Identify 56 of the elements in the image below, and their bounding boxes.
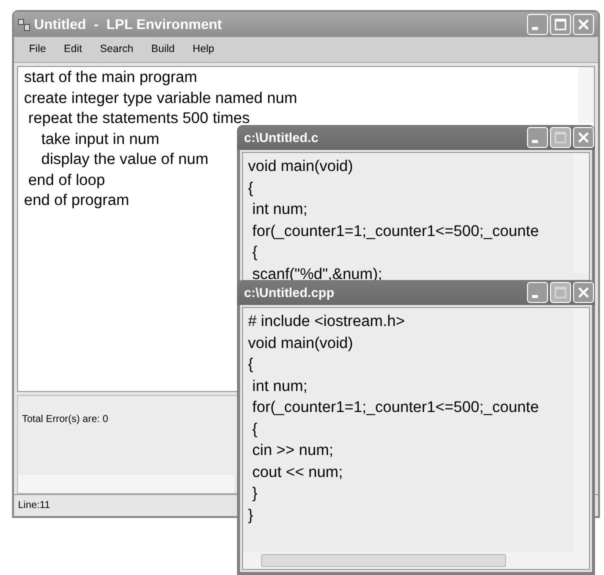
code-line: int num; <box>251 200 308 220</box>
menu-item[interactable]: Search <box>93 42 140 58</box>
close-icon <box>577 18 590 31</box>
horizontal-scrollbar[interactable] <box>18 475 234 493</box>
vertical-scrollbar[interactable] <box>573 153 589 273</box>
horizontal-scrollbar[interactable] <box>243 552 589 569</box>
code-line: cin >> num; <box>251 441 334 461</box>
line-number-text: Line:11 <box>18 499 50 513</box>
minimize-icon <box>532 295 538 298</box>
menu-item[interactable]: Build <box>144 42 182 58</box>
menu-item[interactable]: Edit <box>56 42 90 58</box>
code-line: end of loop <box>27 170 106 190</box>
code-line: create integer type variable named num <box>24 88 298 108</box>
error-count-text: Total Error(s) are: 0 <box>22 413 108 427</box>
close-button[interactable] <box>573 282 594 303</box>
code-line: display the value of num <box>40 150 208 170</box>
code-line: { <box>248 178 254 198</box>
maximize-icon <box>554 131 567 144</box>
close-icon <box>577 286 590 299</box>
minimize-button[interactable] <box>527 282 548 303</box>
window-title: c:\Untitled.c <box>243 128 320 147</box>
code-line: { <box>251 420 258 440</box>
menu-item[interactable]: File <box>22 42 53 58</box>
menu-item[interactable]: Help <box>186 42 222 58</box>
code-line: } <box>248 506 254 526</box>
app-icon <box>18 18 30 30</box>
code-line: end of program <box>24 191 130 211</box>
minimize-button[interactable] <box>527 14 548 35</box>
close-button[interactable] <box>573 14 594 35</box>
code-line: # include <iostream.h> <box>248 312 406 332</box>
code-line: scanf("%d",&num); <box>251 264 384 284</box>
close-button[interactable] <box>573 127 594 148</box>
minimize-button[interactable] <box>527 127 548 148</box>
code-line: for(_counter1=1;_counter1<=500;_counte <box>251 398 540 418</box>
code-line: cout << num; <box>251 462 344 482</box>
code-line: } <box>251 484 258 504</box>
code-line: take input in num <box>40 130 160 150</box>
vertical-scrollbar[interactable] <box>578 67 594 123</box>
code-line: int num; <box>251 376 308 396</box>
close-icon <box>577 131 590 144</box>
minimize-icon <box>532 140 538 143</box>
code-line: start of the main program <box>24 68 198 88</box>
maximize-button[interactable] <box>550 14 571 35</box>
window-title: c:\Untitled.cpp <box>243 284 336 302</box>
code-line: void main(void) <box>248 334 354 354</box>
maximize-icon <box>554 18 567 31</box>
code-line: { <box>248 355 254 375</box>
code-line: void main(void) <box>248 157 354 177</box>
code-line: for(_counter1=1;_counter1<=500;_counte <box>251 222 540 242</box>
vertical-scrollbar[interactable] <box>573 308 589 552</box>
maximize-icon <box>554 286 567 299</box>
code-line: repeat the statements 500 times <box>27 109 250 129</box>
window-title: Untitled - LPL Environment <box>34 15 223 34</box>
code-line: { <box>251 243 258 263</box>
minimize-icon <box>532 27 538 30</box>
scroll-thumb[interactable] <box>261 554 506 567</box>
